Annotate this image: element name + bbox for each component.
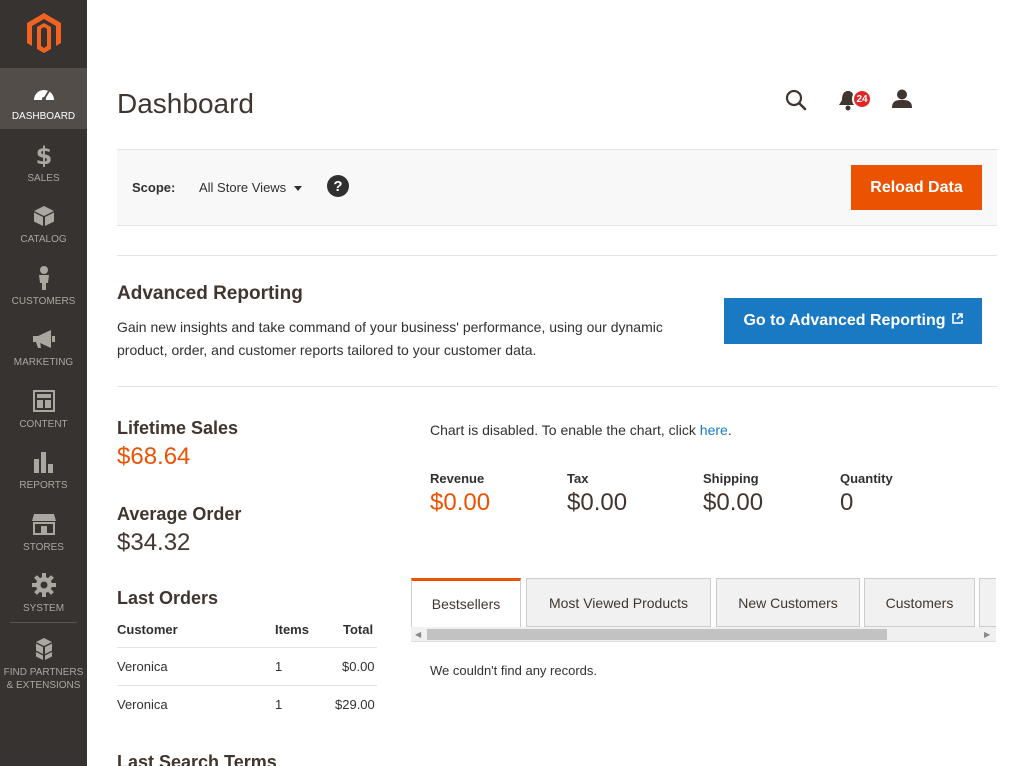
scroll-left-icon[interactable]: ◀ bbox=[415, 630, 421, 639]
storefront-icon bbox=[31, 512, 56, 536]
tab-most-viewed-products[interactable]: Most Viewed Products bbox=[526, 578, 711, 627]
sidebar-item-label: MARKETING bbox=[13, 357, 74, 368]
search-button[interactable] bbox=[784, 88, 808, 117]
sidebar-item-system[interactable]: SYSTEM bbox=[0, 560, 87, 621]
last-orders-title: Last Orders bbox=[117, 588, 219, 608]
column-header-total: Total bbox=[343, 622, 374, 637]
tab-bestsellers[interactable]: Bestsellers bbox=[411, 578, 521, 627]
sidebar-item-stores[interactable]: STORES bbox=[0, 499, 87, 560]
lifetime-sales-value: $68.64 bbox=[117, 443, 191, 470]
dashboard-icon bbox=[32, 81, 56, 105]
enable-chart-link[interactable]: here bbox=[700, 422, 728, 438]
shipping-value: $0.00 bbox=[703, 489, 764, 516]
last-search-terms-title: Last Search Terms bbox=[117, 752, 277, 766]
shipping-label: Shipping bbox=[703, 471, 759, 486]
tab-new-customers[interactable]: New Customers bbox=[716, 578, 860, 627]
dollar-icon: $ bbox=[35, 143, 53, 167]
divider bbox=[117, 386, 997, 387]
sidebar-item-partners[interactable]: FIND PARTNERS & EXTENSIONS bbox=[0, 624, 87, 694]
notifications-count-badge: 24 bbox=[852, 89, 872, 109]
external-link-icon bbox=[951, 312, 963, 324]
order-total: $29.00 bbox=[335, 697, 375, 712]
chart-note-suffix: . bbox=[727, 422, 732, 438]
search-icon bbox=[785, 89, 807, 111]
sidebar-item-content[interactable]: CONTENT bbox=[0, 376, 87, 437]
divider bbox=[117, 255, 997, 256]
sidebar-item-label: CATALOG bbox=[20, 234, 67, 245]
cubes-icon bbox=[32, 637, 56, 661]
sidebar-item-label: CONTENT bbox=[19, 419, 68, 430]
scroll-right-icon[interactable]: ▶ bbox=[984, 630, 990, 639]
sidebar-item-reports[interactable]: REPORTS bbox=[0, 437, 87, 498]
gear-icon bbox=[31, 573, 56, 597]
advanced-reporting-title: Advanced Reporting bbox=[117, 283, 303, 304]
no-records-message: We couldn't find any records. bbox=[430, 663, 597, 678]
column-header-items: Items bbox=[275, 622, 309, 637]
average-order-value: $34.32 bbox=[117, 529, 191, 556]
magento-logo-icon bbox=[26, 13, 61, 53]
tab-customers[interactable]: Customers bbox=[864, 578, 975, 627]
quantity-label: Quantity bbox=[840, 471, 893, 486]
sidebar-divider bbox=[10, 622, 77, 623]
sidebar-item-label: STORES bbox=[23, 542, 64, 553]
sidebar-item-label: SYSTEM bbox=[22, 603, 65, 614]
column-header-customer: Customer bbox=[117, 622, 178, 637]
order-items: 1 bbox=[275, 697, 283, 712]
svg-text:$: $ bbox=[35, 143, 52, 167]
advanced-reporting-description: Gain new insights and take command of yo… bbox=[117, 319, 663, 358]
table-divider bbox=[117, 647, 377, 648]
tax-value: $0.00 bbox=[567, 489, 628, 516]
tax-label: Tax bbox=[567, 471, 589, 486]
sidebar-item-customers[interactable]: CUSTOMERS bbox=[0, 253, 87, 314]
revenue-value: $0.00 bbox=[430, 489, 491, 516]
quantity-value: 0 bbox=[840, 489, 854, 516]
go-to-advanced-reporting-button[interactable]: Go to Advanced Reporting bbox=[724, 298, 982, 344]
average-order-label: Average Order bbox=[117, 504, 242, 524]
chart-note-text: Chart is disabled. To enable the chart, … bbox=[430, 422, 700, 438]
account-button[interactable] bbox=[892, 89, 912, 114]
order-customer: Veronica bbox=[117, 659, 168, 674]
scope-value: All Store Views bbox=[199, 180, 287, 195]
sidebar-item-catalog[interactable]: CATALOG bbox=[0, 191, 87, 252]
page-title: Dashboard bbox=[117, 88, 254, 119]
user-icon bbox=[892, 89, 912, 108]
sidebar-item-sales[interactable]: $ SALES bbox=[0, 130, 87, 191]
sidebar-item-label: FIND PARTNERS & EXTENSIONS bbox=[3, 667, 84, 691]
revenue-label: Revenue bbox=[430, 471, 485, 486]
reload-data-button[interactable]: Reload Data bbox=[851, 165, 982, 210]
scrollbar-thumb[interactable] bbox=[427, 629, 887, 640]
scope-label: Scope: bbox=[132, 180, 176, 195]
lifetime-sales-label: Lifetime Sales bbox=[117, 418, 239, 438]
person-icon bbox=[36, 266, 52, 290]
sidebar-item-label: SALES bbox=[27, 173, 60, 184]
tabs-scrollbar[interactable]: ◀ ▶ bbox=[411, 627, 996, 642]
sidebar-item-dashboard[interactable]: DASHBOARD bbox=[0, 68, 87, 129]
order-total: $0.00 bbox=[342, 659, 375, 674]
megaphone-icon bbox=[32, 327, 56, 351]
admin-sidebar: DASHBOARD $ SALES CATALOG CUSTOMERS MARK… bbox=[0, 0, 87, 766]
layout-icon bbox=[32, 389, 55, 413]
help-icon[interactable]: ? bbox=[327, 175, 349, 197]
chart-disabled-note: Chart is disabled. To enable the chart, … bbox=[430, 422, 732, 438]
sidebar-item-label: REPORTS bbox=[19, 480, 68, 491]
button-label: Go to Advanced Reporting bbox=[743, 312, 946, 329]
bar-chart-icon bbox=[33, 450, 55, 474]
scope-bar: Scope: All Store Views ? Reload Data bbox=[117, 149, 997, 226]
box-icon bbox=[33, 204, 55, 228]
sidebar-item-label: DASHBOARD bbox=[11, 111, 76, 122]
scope-switcher[interactable]: All Store Views bbox=[199, 180, 303, 195]
order-customer: Veronica bbox=[117, 697, 168, 712]
tab-overflow[interactable] bbox=[979, 578, 996, 627]
sidebar-item-label: CUSTOMERS bbox=[11, 296, 76, 307]
order-items: 1 bbox=[275, 659, 283, 674]
sidebar-item-marketing[interactable]: MARKETING bbox=[0, 314, 87, 375]
table-divider bbox=[117, 685, 377, 686]
magento-logo[interactable] bbox=[0, 0, 87, 66]
caret-down-icon bbox=[294, 186, 303, 192]
